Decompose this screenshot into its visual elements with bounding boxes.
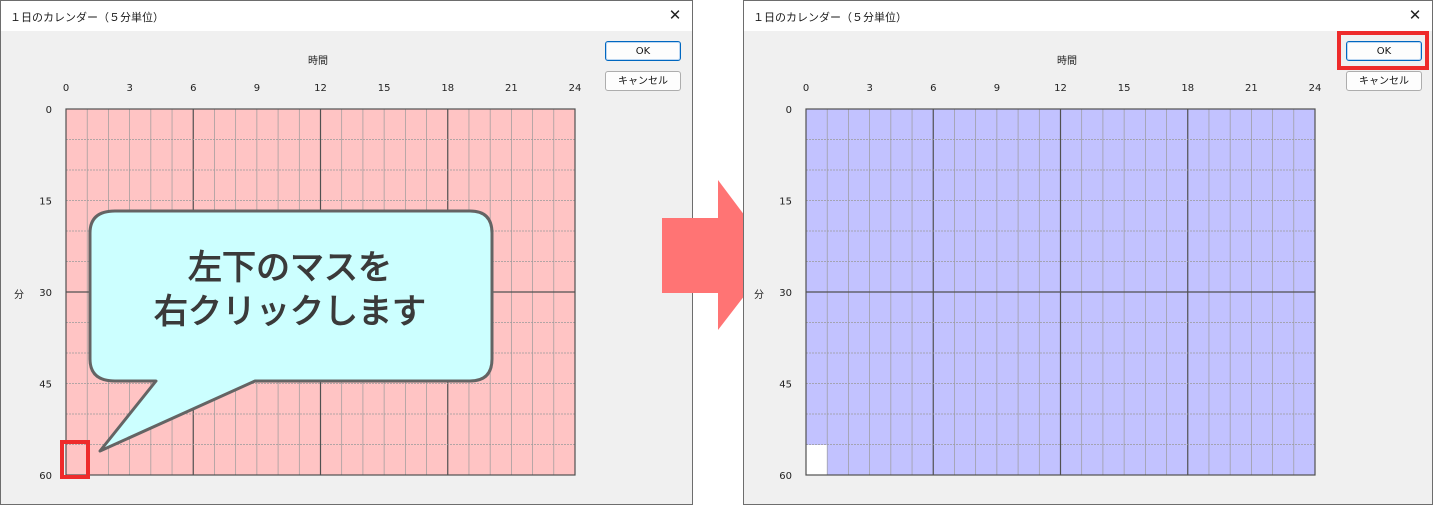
y-tick-label: 0 — [786, 105, 792, 116]
bottom-left-cell-highlight — [60, 440, 90, 479]
unselected-cell[interactable] — [806, 445, 828, 475]
x-tick-label: 24 — [1309, 83, 1322, 94]
x-tick-label: 6 — [930, 83, 936, 94]
x-tick-label: 21 — [1245, 83, 1258, 94]
y-tick-label: 60 — [779, 471, 792, 482]
y-tick-label: 30 — [779, 288, 792, 299]
callout-line-2: 右クリックします — [154, 292, 426, 332]
callout-line-1: 左下のマスを — [188, 248, 392, 288]
x-tick-label: 15 — [1118, 83, 1131, 94]
y-tick-label: 45 — [779, 380, 792, 391]
callout-text: 左下のマスを 右クリックします — [90, 246, 490, 334]
x-tick-label: 18 — [1181, 83, 1194, 94]
x-tick-label: 0 — [803, 83, 809, 94]
time-grid[interactable]: 0 3 6 9 12 15 18 21 24 0 15 30 45 60 — [744, 1, 1433, 506]
x-tick-label: 3 — [866, 83, 872, 94]
calendar-dialog-after: １日のカレンダー（５分単位） ✕ OK キャンセル 時間 分 0 3 6 9 12 15 1… — [743, 0, 1433, 505]
x-tick-label: 9 — [994, 83, 1000, 94]
ok-button-highlight — [1337, 31, 1429, 70]
y-tick-label: 15 — [779, 197, 792, 208]
x-tick-label: 12 — [1054, 83, 1067, 94]
